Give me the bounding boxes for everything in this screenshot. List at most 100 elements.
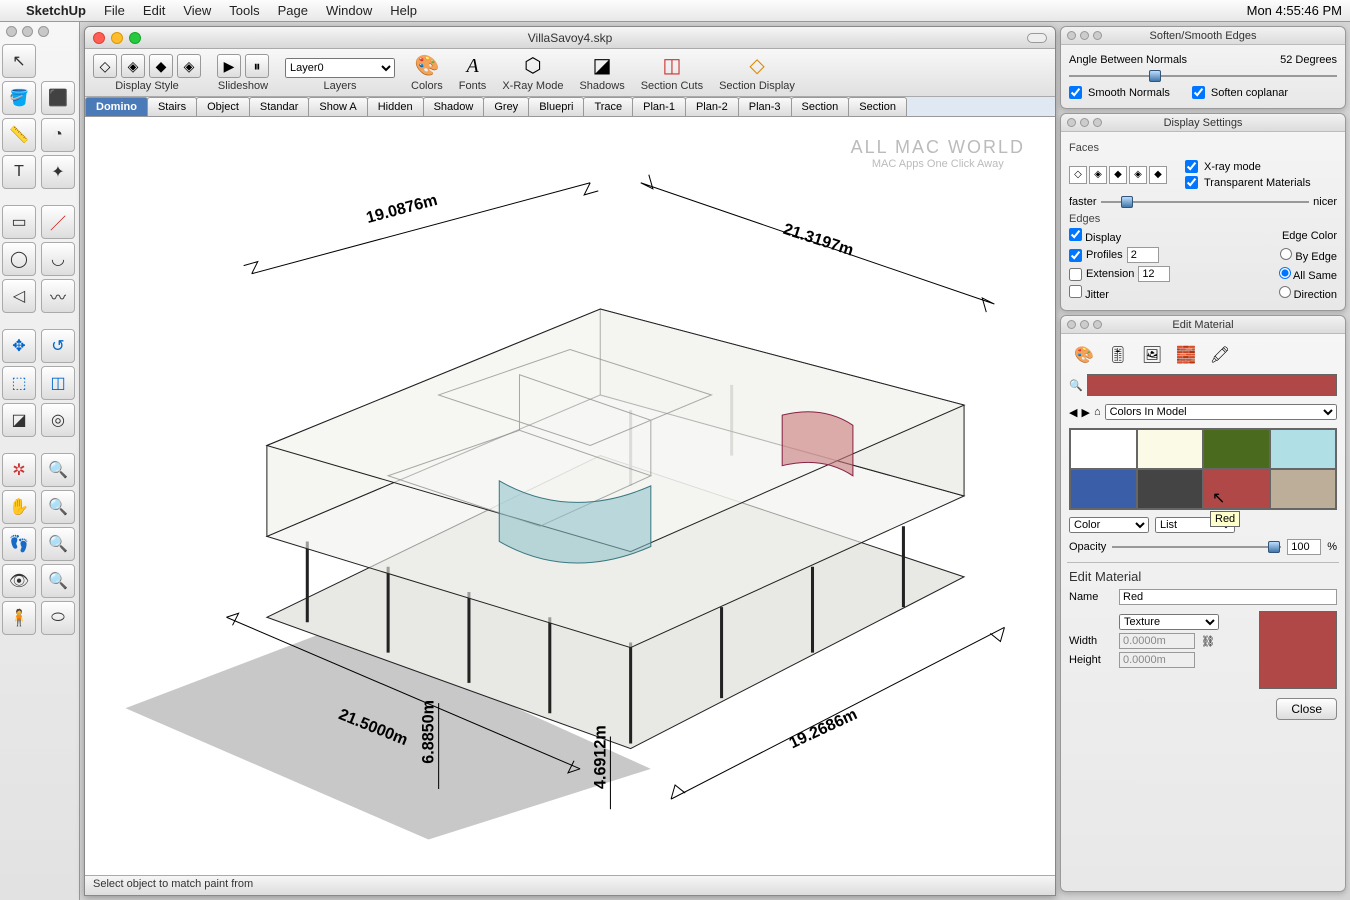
freehand-tool-icon[interactable]: 〰 [41,279,75,313]
window-titlebar[interactable]: VillaSavoy4.skp [85,27,1055,49]
rotate-tool-icon[interactable]: ↺ [41,329,75,363]
material-library-select[interactable]: Colors In Model [1105,404,1337,420]
axes-tool-icon[interactable]: ✦ [41,155,75,189]
link-icon[interactable]: ⛓ [1201,635,1215,648]
opacity-slider[interactable] [1112,540,1281,554]
viewport[interactable]: ALL MAC WORLD MAC Apps One Click Away [85,117,1055,875]
color-swatch[interactable] [1270,429,1337,469]
shaded-icon[interactable]: ◆ [149,54,173,78]
tab-trace[interactable]: Trace [583,97,633,116]
move-tool-icon[interactable]: ✥ [2,329,36,363]
eraser-tool-icon[interactable]: ⬛ [41,81,75,115]
menu-view[interactable]: View [183,3,211,18]
shadows-icon[interactable]: ◪ [593,53,612,78]
crayons-icon[interactable]: 🖍 [1207,344,1233,366]
section-display-icon[interactable]: ◇ [749,53,764,78]
menu-file[interactable]: File [104,3,125,18]
colors-icon[interactable]: 🎨 [414,53,439,78]
extension-input[interactable] [1138,266,1170,282]
image-palettes-icon[interactable]: 🖼 [1139,344,1165,366]
tab-grey[interactable]: Grey [483,97,529,116]
shaded-textures-icon[interactable]: ◈ [177,54,201,78]
direction-radio[interactable] [1279,286,1291,298]
face-style-icons[interactable]: ◇◈◆◈◆ [1069,166,1167,184]
texture-select[interactable]: Texture [1119,614,1219,630]
color-swatch[interactable] [1270,469,1337,509]
tab-plan-1[interactable]: Plan-1 [632,97,686,116]
text-tool-icon[interactable]: T [2,155,36,189]
wireframe-icon[interactable]: ◇ [93,54,117,78]
tab-shadow[interactable]: Shadow [423,97,485,116]
line-tool-icon[interactable]: ／ [41,205,75,239]
section-plane-tool-icon[interactable]: ⬭ [41,601,75,635]
position-camera-tool-icon[interactable]: 🧍 [2,601,36,635]
rectangle-tool-icon[interactable]: ▭ [2,205,36,239]
quality-slider[interactable] [1101,195,1310,209]
tab-standar[interactable]: Standar [249,97,310,116]
tab-object[interactable]: Object [196,97,250,116]
pan-tool-icon[interactable]: ✋ [2,490,36,524]
color-wheel-icon[interactable]: 🎨 [1071,344,1097,366]
soften-coplanar-checkbox[interactable] [1192,86,1205,99]
fonts-icon[interactable]: A [466,55,478,78]
play-icon[interactable]: ▶ [217,54,241,78]
jitter-checkbox[interactable] [1069,285,1082,298]
color-swatch[interactable] [1203,429,1270,469]
tab-show-a[interactable]: Show A [308,97,367,116]
nav-fwd-icon[interactable]: ▶ [1081,406,1089,419]
zoom-tool-icon[interactable]: 🔍 [41,453,75,487]
brick-icon[interactable]: 🧱 [1173,344,1199,366]
opacity-input[interactable] [1287,539,1321,555]
all-same-radio[interactable] [1279,267,1291,279]
zoom-extents-tool-icon[interactable]: 🔍 [41,527,75,561]
menu-help[interactable]: Help [390,3,417,18]
tape-measure-tool-icon[interactable]: 📏 [2,118,36,152]
color-mode-select[interactable]: Color [1069,517,1149,533]
arc-tool-icon[interactable]: ◡ [41,242,75,276]
extension-checkbox[interactable] [1069,268,1082,281]
scale-tool-icon[interactable]: ◫ [41,366,75,400]
layers-select[interactable]: Layer0 [285,58,395,78]
smooth-normals-checkbox[interactable] [1069,86,1082,99]
toolbar-toggle-icon[interactable] [1027,33,1047,43]
tab-bluepri[interactable]: Bluepri [528,97,584,116]
followme-tool-icon[interactable]: ◪ [2,403,36,437]
profiles-checkbox[interactable] [1069,249,1082,262]
color-swatch[interactable] [1137,429,1204,469]
circle-tool-icon[interactable]: ◯ [2,242,36,276]
xray-icon[interactable]: ⬡ [524,53,541,78]
by-edge-radio[interactable] [1280,248,1292,260]
tab-domino[interactable]: Domino [85,97,148,116]
color-swatch[interactable] [1070,469,1137,509]
orbit-tool-icon[interactable]: ✲ [2,453,36,487]
edges-display-checkbox[interactable] [1069,228,1082,241]
material-name-input[interactable] [1119,589,1337,605]
color-swatch[interactable] [1137,469,1204,509]
menu-tools[interactable]: Tools [229,3,259,18]
zoom-window-tool-icon[interactable]: 🔍 [41,490,75,524]
profiles-input[interactable] [1127,247,1159,263]
tab-section-1[interactable]: Section [791,97,850,116]
home-icon[interactable]: ⌂ [1094,406,1101,418]
color-swatch[interactable] [1070,429,1137,469]
menu-edit[interactable]: Edit [143,3,165,18]
paint-bucket-tool-icon[interactable]: 🪣 [2,81,36,115]
walk-tool-icon[interactable]: 👣 [2,527,36,561]
pushpull-tool-icon[interactable]: ⬚ [2,366,36,400]
section-cuts-icon[interactable]: ◫ [662,53,681,78]
pause-icon[interactable]: ⏸ [245,54,269,78]
menu-page[interactable]: Page [278,3,308,18]
tab-plan-3[interactable]: Plan-3 [738,97,792,116]
polygon-tool-icon[interactable]: ◁ [2,279,36,313]
select-tool-icon[interactable]: ↖ [2,44,36,78]
menu-window[interactable]: Window [326,3,372,18]
app-name[interactable]: SketchUp [26,3,86,18]
previous-view-tool-icon[interactable]: 🔍 [41,564,75,598]
nav-back-icon[interactable]: ◀ [1069,406,1077,419]
tab-section-2[interactable]: Section [848,97,907,116]
offset-tool-icon[interactable]: ◎ [41,403,75,437]
tab-stairs[interactable]: Stairs [147,97,197,116]
angle-slider[interactable] [1069,69,1337,83]
tab-plan-2[interactable]: Plan-2 [685,97,739,116]
sliders-icon[interactable]: 🎚 [1105,344,1131,366]
